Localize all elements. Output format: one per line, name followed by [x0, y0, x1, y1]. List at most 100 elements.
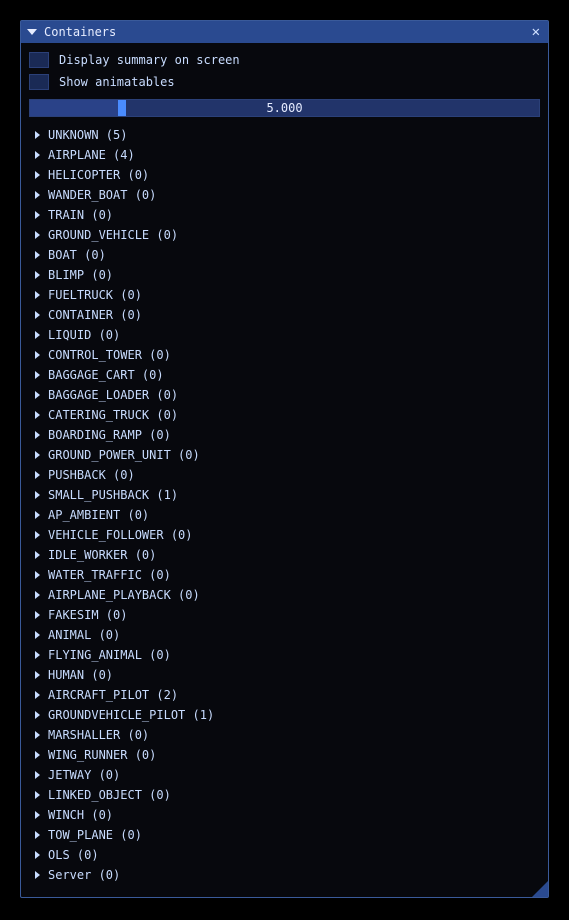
- expand-icon[interactable]: [35, 751, 40, 759]
- tree-item[interactable]: FUELTRUCK (0): [29, 285, 540, 305]
- tree-item[interactable]: VEHICLE_FOLLOWER (0): [29, 525, 540, 545]
- tree-item[interactable]: LINKED_OBJECT (0): [29, 785, 540, 805]
- tree-item[interactable]: HELICOPTER (0): [29, 165, 540, 185]
- display-summary-row: Display summary on screen: [29, 49, 540, 71]
- expand-icon[interactable]: [35, 871, 40, 879]
- expand-icon[interactable]: [35, 451, 40, 459]
- expand-icon[interactable]: [35, 331, 40, 339]
- tree-item[interactable]: FAKESIM (0): [29, 605, 540, 625]
- tree-item-label: JETWAY (0): [48, 768, 120, 782]
- expand-icon[interactable]: [35, 711, 40, 719]
- expand-icon[interactable]: [35, 131, 40, 139]
- tree-item[interactable]: CONTROL_TOWER (0): [29, 345, 540, 365]
- expand-icon[interactable]: [35, 691, 40, 699]
- expand-icon[interactable]: [35, 651, 40, 659]
- tree-item-label: AIRCRAFT_PILOT (2): [48, 688, 178, 702]
- resize-grip[interactable]: [532, 881, 548, 897]
- tree-item-label: CONTROL_TOWER (0): [48, 348, 171, 362]
- tree-item[interactable]: LIQUID (0): [29, 325, 540, 345]
- show-animatables-checkbox[interactable]: [29, 74, 49, 90]
- expand-icon[interactable]: [35, 311, 40, 319]
- tree-item-label: LIQUID (0): [48, 328, 120, 342]
- tree-item[interactable]: OLS (0): [29, 845, 540, 865]
- expand-icon[interactable]: [35, 291, 40, 299]
- value-slider[interactable]: 5.000: [29, 99, 540, 117]
- tree-item[interactable]: FLYING_ANIMAL (0): [29, 645, 540, 665]
- tree-item-label: BAGGAGE_CART (0): [48, 368, 164, 382]
- tree-item-label: GROUND_VEHICLE (0): [48, 228, 178, 242]
- tree-item[interactable]: IDLE_WORKER (0): [29, 545, 540, 565]
- expand-icon[interactable]: [35, 511, 40, 519]
- expand-icon[interactable]: [35, 531, 40, 539]
- tree-item[interactable]: HUMAN (0): [29, 665, 540, 685]
- tree-item-label: AP_AMBIENT (0): [48, 508, 149, 522]
- expand-icon[interactable]: [35, 351, 40, 359]
- tree-item[interactable]: CATERING_TRUCK (0): [29, 405, 540, 425]
- expand-icon[interactable]: [35, 591, 40, 599]
- tree-item-label: CONTAINER (0): [48, 308, 142, 322]
- expand-icon[interactable]: [35, 191, 40, 199]
- slider-grab[interactable]: [118, 100, 126, 116]
- tree-item[interactable]: GROUNDVEHICLE_PILOT (1): [29, 705, 540, 725]
- tree-item[interactable]: AIRCRAFT_PILOT (2): [29, 685, 540, 705]
- tree-item[interactable]: ANIMAL (0): [29, 625, 540, 645]
- expand-icon[interactable]: [35, 671, 40, 679]
- tree-item[interactable]: CONTAINER (0): [29, 305, 540, 325]
- display-summary-label: Display summary on screen: [59, 53, 240, 67]
- expand-icon[interactable]: [35, 431, 40, 439]
- tree-item[interactable]: AIRPLANE_PLAYBACK (0): [29, 585, 540, 605]
- expand-icon[interactable]: [35, 811, 40, 819]
- expand-icon[interactable]: [35, 851, 40, 859]
- tree-item[interactable]: GROUND_VEHICLE (0): [29, 225, 540, 245]
- tree-item[interactable]: BOAT (0): [29, 245, 540, 265]
- titlebar[interactable]: Containers ✕: [21, 21, 548, 43]
- tree-item[interactable]: SMALL_PUSHBACK (1): [29, 485, 540, 505]
- expand-icon[interactable]: [35, 791, 40, 799]
- tree-item[interactable]: AIRPLANE (4): [29, 145, 540, 165]
- tree-item[interactable]: WINCH (0): [29, 805, 540, 825]
- tree-item[interactable]: MARSHALLER (0): [29, 725, 540, 745]
- tree-item[interactable]: UNKNOWN (5): [29, 125, 540, 145]
- tree-item[interactable]: GROUND_POWER_UNIT (0): [29, 445, 540, 465]
- expand-icon[interactable]: [35, 271, 40, 279]
- expand-icon[interactable]: [35, 731, 40, 739]
- expand-icon[interactable]: [35, 391, 40, 399]
- tree-item[interactable]: BLIMP (0): [29, 265, 540, 285]
- tree-item-label: UNKNOWN (5): [48, 128, 127, 142]
- tree-item[interactable]: WING_RUNNER (0): [29, 745, 540, 765]
- tree-item[interactable]: BAGGAGE_CART (0): [29, 365, 540, 385]
- expand-icon[interactable]: [35, 631, 40, 639]
- tree-item[interactable]: WANDER_BOAT (0): [29, 185, 540, 205]
- expand-icon[interactable]: [35, 411, 40, 419]
- tree-item[interactable]: BAGGAGE_LOADER (0): [29, 385, 540, 405]
- tree-item[interactable]: PUSHBACK (0): [29, 465, 540, 485]
- expand-icon[interactable]: [35, 551, 40, 559]
- tree-item[interactable]: AP_AMBIENT (0): [29, 505, 540, 525]
- expand-icon[interactable]: [35, 491, 40, 499]
- show-animatables-label: Show animatables: [59, 75, 175, 89]
- tree-item[interactable]: Server (0): [29, 865, 540, 885]
- expand-icon[interactable]: [35, 771, 40, 779]
- expand-icon[interactable]: [35, 471, 40, 479]
- expand-icon[interactable]: [35, 211, 40, 219]
- close-button[interactable]: ✕: [530, 25, 542, 39]
- tree-item[interactable]: TRAIN (0): [29, 205, 540, 225]
- collapse-icon[interactable]: [27, 29, 37, 35]
- expand-icon[interactable]: [35, 231, 40, 239]
- tree-item-label: WING_RUNNER (0): [48, 748, 156, 762]
- tree-item-label: WATER_TRAFFIC (0): [48, 568, 171, 582]
- tree-item-label: AIRPLANE_PLAYBACK (0): [48, 588, 200, 602]
- tree-item[interactable]: WATER_TRAFFIC (0): [29, 565, 540, 585]
- tree-item[interactable]: JETWAY (0): [29, 765, 540, 785]
- tree-item[interactable]: TOW_PLANE (0): [29, 825, 540, 845]
- tree-item-label: LINKED_OBJECT (0): [48, 788, 171, 802]
- expand-icon[interactable]: [35, 611, 40, 619]
- expand-icon[interactable]: [35, 371, 40, 379]
- expand-icon[interactable]: [35, 171, 40, 179]
- expand-icon[interactable]: [35, 831, 40, 839]
- expand-icon[interactable]: [35, 571, 40, 579]
- display-summary-checkbox[interactable]: [29, 52, 49, 68]
- expand-icon[interactable]: [35, 251, 40, 259]
- expand-icon[interactable]: [35, 151, 40, 159]
- tree-item[interactable]: BOARDING_RAMP (0): [29, 425, 540, 445]
